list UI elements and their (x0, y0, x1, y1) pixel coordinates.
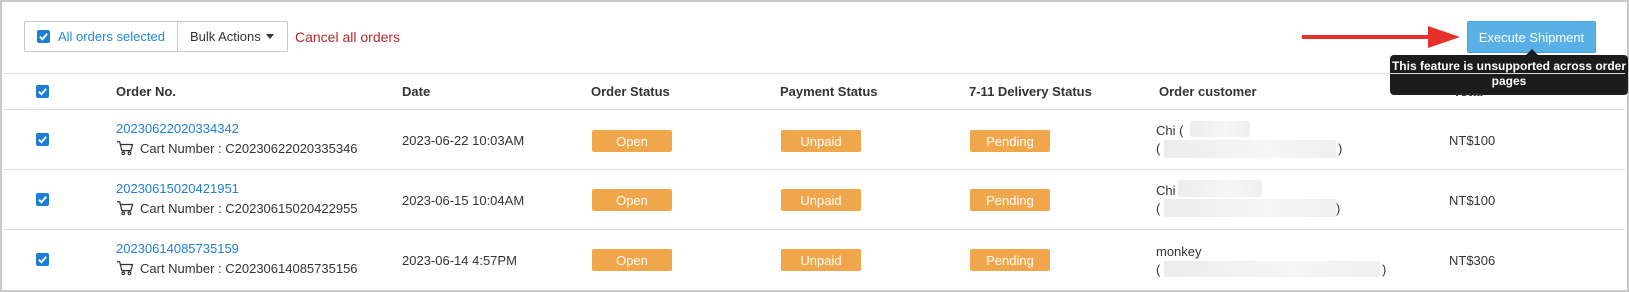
order-number-link[interactable]: 20230615020421951 (116, 181, 239, 196)
cart-icon (117, 141, 134, 156)
order-date: 2023-06-15 10:04AM (402, 193, 525, 208)
customer-detail-open: ( (1156, 201, 1161, 216)
checkbox-checked-icon (37, 30, 50, 43)
delivery-status-badge: Pending (970, 189, 1050, 211)
payment-status-badge: Unpaid (781, 189, 861, 211)
all-orders-selected-toggle[interactable]: All orders selected (25, 22, 178, 51)
cart-number-text: Cart Number : C20230615020422955 (140, 200, 358, 216)
row-divider (4, 169, 1625, 170)
delivery-status-badge: Pending (970, 130, 1050, 152)
bulk-actions-label: Bulk Actions (189, 29, 261, 44)
order-number-link[interactable]: 20230614085735159 (116, 241, 239, 256)
checkbox-checked-icon (36, 193, 49, 206)
unsupported-feature-tooltip: This feature is unsupported across order… (1390, 49, 1628, 95)
red-arrow-icon (1302, 26, 1460, 48)
col-header-delivery-status[interactable]: 7-11 Delivery Status (969, 84, 1092, 99)
cart-number: Cart Number : C20230622020335346 (116, 140, 358, 156)
customer-detail-close: ) (1338, 141, 1343, 156)
all-orders-selected-label: All orders selected (58, 29, 165, 44)
checkbox-checked-icon (36, 133, 49, 146)
order-status-badge: Open (592, 130, 672, 152)
select-all-checkbox[interactable] (36, 85, 57, 100)
customer-name: Chi ( (1156, 123, 1184, 138)
selection-button-group: All orders selected Bulk Actions (24, 21, 288, 52)
checkbox-checked-icon (36, 253, 49, 266)
order-total: NT$100 (1449, 193, 1496, 208)
customer-name: monkey (1156, 244, 1202, 259)
redacted-text (1190, 121, 1250, 137)
customer-detail-close: ) (1382, 262, 1387, 277)
redacted-text (1164, 199, 1336, 217)
order-date: 2023-06-14 4:57PM (402, 253, 517, 268)
order-number-link[interactable]: 20230622020334342 (116, 121, 239, 136)
header-top-divider (4, 73, 1625, 74)
payment-status-badge: Unpaid (781, 249, 861, 271)
col-header-order-status[interactable]: Order Status (591, 84, 670, 99)
cart-number: Cart Number : C20230614085735156 (116, 260, 358, 276)
customer-name: Chi (1156, 183, 1176, 198)
caret-down-icon (265, 34, 274, 39)
order-status-badge: Open (592, 249, 672, 271)
row-checkbox[interactable] (36, 133, 57, 148)
cart-number-text: Cart Number : C20230622020335346 (140, 140, 358, 156)
row-divider (4, 229, 1625, 230)
row-divider (4, 109, 1625, 110)
col-header-payment-status[interactable]: Payment Status (780, 84, 878, 99)
cart-number-text: Cart Number : C20230614085735156 (140, 260, 358, 276)
cart-icon (117, 261, 134, 276)
row-checkbox[interactable] (36, 193, 57, 208)
cancel-all-orders-link[interactable]: Cancel all orders (295, 29, 400, 45)
order-date: 2023-06-22 10:03AM (402, 133, 525, 148)
delivery-status-badge: Pending (970, 249, 1050, 271)
cart-icon (117, 201, 134, 216)
customer-detail-close: ) (1336, 201, 1341, 216)
customer-detail-open: ( (1156, 141, 1161, 156)
redacted-text (1178, 180, 1262, 197)
redacted-text (1164, 140, 1336, 158)
checkbox-checked-icon (36, 85, 49, 98)
row-checkbox[interactable] (36, 253, 57, 268)
redacted-text (1164, 261, 1380, 277)
payment-status-badge: Unpaid (781, 130, 861, 152)
col-header-date[interactable]: Date (402, 84, 430, 99)
order-total: NT$100 (1449, 133, 1496, 148)
cart-number: Cart Number : C20230615020422955 (116, 200, 358, 216)
toolbar: All orders selected Bulk Actions (24, 21, 288, 52)
orders-panel: All orders selected Bulk Actions Cancel … (0, 0, 1629, 292)
col-header-order-no[interactable]: Order No. (116, 84, 176, 99)
customer-detail-open: ( (1156, 262, 1161, 277)
order-status-badge: Open (592, 189, 672, 211)
bulk-actions-dropdown[interactable]: Bulk Actions (178, 22, 287, 51)
order-total: NT$306 (1449, 253, 1496, 268)
col-header-order-customer[interactable]: Order customer (1159, 84, 1257, 99)
